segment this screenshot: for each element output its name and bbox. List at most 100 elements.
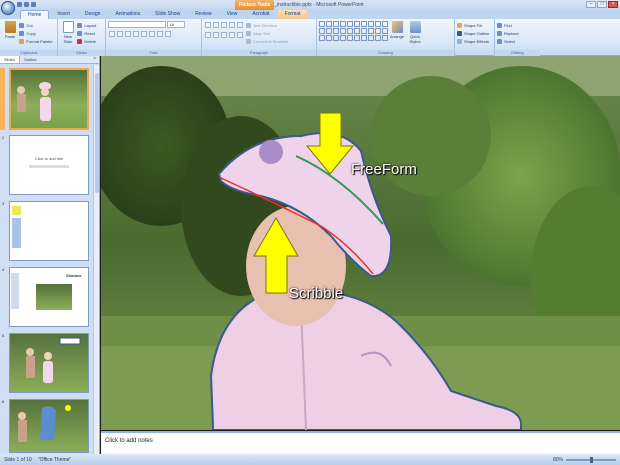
curve-shape-icon[interactable] <box>368 21 374 27</box>
slide-canvas[interactable]: FreeForm Scribble <box>101 56 620 430</box>
slide-thumbnail-1[interactable] <box>9 68 89 130</box>
wave-shape-icon[interactable] <box>354 35 360 41</box>
slide-thumbnail-6[interactable] <box>9 399 89 453</box>
increase-indent-icon[interactable] <box>229 22 235 28</box>
freeform-shape-icon[interactable] <box>375 28 381 34</box>
tab-outline-pane[interactable]: Outline <box>20 56 41 63</box>
rect-shape-icon[interactable] <box>333 21 339 27</box>
maximize-button[interactable]: □ <box>597 1 607 8</box>
arrange-button[interactable]: Arrange <box>389 21 405 47</box>
slide-thumbnail-3[interactable] <box>9 201 89 261</box>
pane-scrollbar[interactable] <box>93 65 99 454</box>
tab-slides-pane[interactable]: Slides <box>0 56 20 63</box>
quick-styles-button[interactable]: Quick Styles <box>407 21 423 47</box>
star-shape-icon[interactable] <box>382 21 388 27</box>
cross-shape-icon[interactable] <box>361 35 367 41</box>
arc-shape-icon[interactable] <box>347 35 353 41</box>
convert-smartart-button[interactable]: Convert to SmartArt <box>246 37 288 45</box>
office-button[interactable] <box>1 1 15 15</box>
font-color-icon[interactable] <box>165 31 171 37</box>
zoom-level[interactable]: 80% <box>553 457 563 463</box>
tab-view[interactable]: View <box>220 10 245 19</box>
scribble-shape-icon[interactable] <box>382 28 388 34</box>
hexagon-shape-icon[interactable] <box>354 28 360 34</box>
scrollbar-thumb[interactable] <box>95 73 99 193</box>
font-name-field[interactable] <box>108 21 166 28</box>
select-button[interactable]: Select <box>497 37 538 45</box>
minimize-button[interactable]: – <box>586 1 596 8</box>
replace-button[interactable]: Replace <box>497 29 538 37</box>
zoom-slider[interactable] <box>566 456 616 463</box>
text-direction-button[interactable]: Text Direction <box>246 21 288 29</box>
tab-animations[interactable]: Animations <box>108 10 147 19</box>
decrease-indent-icon[interactable] <box>221 22 227 28</box>
shapes-gallery[interactable] <box>319 21 388 41</box>
layout-button[interactable]: Layout <box>77 21 96 29</box>
find-button[interactable]: Find <box>497 21 538 29</box>
slide-thumbnail-2[interactable]: Click to add title <box>9 135 89 195</box>
align-center-icon[interactable] <box>213 32 219 38</box>
cut-button[interactable]: Cut <box>19 21 52 29</box>
columns-icon[interactable] <box>237 32 243 38</box>
shape-outline-button[interactable]: Shape Outline <box>457 29 492 37</box>
case-icon[interactable] <box>157 31 163 37</box>
bold-icon[interactable] <box>109 31 115 37</box>
pane-close-icon[interactable]: × <box>93 56 96 62</box>
block-arrow-shape-icon[interactable] <box>375 21 381 27</box>
italic-icon[interactable] <box>117 31 123 37</box>
tab-design[interactable]: Design <box>78 10 108 19</box>
can-shape-icon[interactable] <box>375 35 381 41</box>
paste-button[interactable]: Paste <box>2 21 18 47</box>
callout-shape-icon[interactable] <box>333 28 339 34</box>
cloud-shape-icon[interactable] <box>326 35 332 41</box>
new-slide-button[interactable]: New Slide <box>60 21 76 47</box>
spacing-icon[interactable] <box>149 31 155 37</box>
moon-shape-icon[interactable] <box>333 35 339 41</box>
align-text-button[interactable]: Align Text <box>246 29 288 37</box>
shadow-icon[interactable] <box>141 31 147 37</box>
elbow-shape-icon[interactable] <box>361 21 367 27</box>
justify-icon[interactable] <box>229 32 235 38</box>
sun-shape-icon[interactable] <box>340 35 346 41</box>
tab-home[interactable]: Home <box>20 10 50 19</box>
underline-icon[interactable] <box>125 31 131 37</box>
heart-shape-icon[interactable] <box>368 28 374 34</box>
strikethrough-icon[interactable] <box>133 31 139 37</box>
align-left-icon[interactable] <box>205 32 211 38</box>
cube-shape-icon[interactable] <box>319 35 325 41</box>
shape-fill-button[interactable]: Shape Fill <box>457 21 492 29</box>
scribble-label[interactable]: Scribble <box>289 285 343 302</box>
format-painter-button[interactable]: Format Painter <box>19 37 53 45</box>
shape-effects-button[interactable]: Shape Effects <box>457 37 492 45</box>
frame-shape-icon[interactable] <box>368 35 374 41</box>
close-button[interactable]: × <box>608 1 618 8</box>
font-size-field[interactable]: 18 <box>167 21 186 28</box>
tab-acrobat[interactable]: Acrobat <box>245 10 276 19</box>
bullets-icon[interactable] <box>205 22 211 28</box>
brace-shape-icon[interactable] <box>340 28 346 34</box>
slide-thumbnail-4[interactable]: Shadow <box>9 267 89 327</box>
oval-shape-icon[interactable] <box>340 21 346 27</box>
tab-format[interactable]: Format <box>277 10 308 19</box>
delete-button[interactable]: Delete <box>77 37 96 45</box>
arrow-shape-icon[interactable] <box>326 21 332 27</box>
chevron-shape-icon[interactable] <box>361 28 367 34</box>
numbering-icon[interactable] <box>213 22 219 28</box>
tab-slide-show[interactable]: Slide Show <box>148 10 187 19</box>
line2-shape-icon[interactable] <box>354 21 360 27</box>
line-spacing-icon[interactable] <box>237 22 243 28</box>
theme-name[interactable]: "Office Theme" <box>38 457 71 463</box>
bracket-shape-icon[interactable] <box>347 28 353 34</box>
notes-pane[interactable]: Click to add notes <box>101 431 620 454</box>
reset-button[interactable]: Reset <box>77 29 96 37</box>
line-shape-icon[interactable] <box>319 21 325 27</box>
align-right-icon[interactable] <box>221 32 227 38</box>
triangle-shape-icon[interactable] <box>347 21 353 27</box>
pentagon-shape-icon[interactable] <box>326 28 332 34</box>
slide-thumbnail-5[interactable] <box>9 333 89 393</box>
tab-review[interactable]: Review <box>188 10 218 19</box>
tab-insert[interactable]: Insert <box>50 10 77 19</box>
more-shapes-icon[interactable] <box>382 35 388 41</box>
rounded-rect-shape-icon[interactable] <box>319 28 325 34</box>
freeform-label[interactable]: FreeForm <box>351 161 417 178</box>
